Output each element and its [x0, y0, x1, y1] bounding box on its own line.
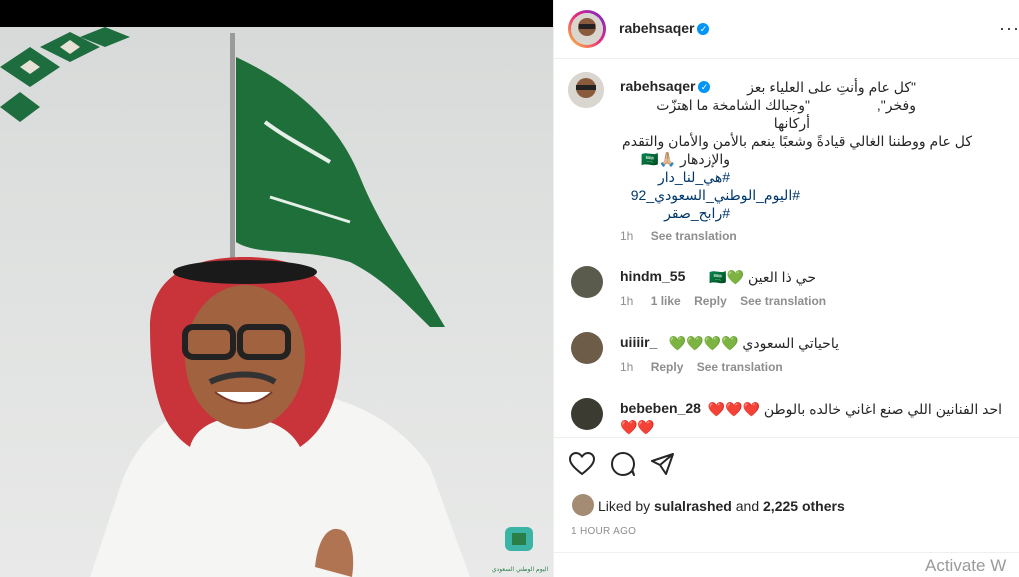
share-icon[interactable]: [651, 453, 675, 475]
comment-text: ياحياتي السعودي 💚💚💚💚: [668, 335, 839, 351]
verified-icon: ✓: [698, 81, 711, 94]
comment-time[interactable]: 1h: [620, 294, 633, 308]
activate-watermark: Activate W: [925, 556, 1007, 575]
hashtag-1[interactable]: #هي_لنا_دار: [620, 168, 730, 186]
header-username-text[interactable]: rabehsaqer: [619, 20, 694, 36]
likes-user[interactable]: sulalrashed: [654, 498, 732, 514]
more-icon[interactable]: ···: [999, 18, 1019, 39]
likes-avatar[interactable]: [572, 494, 594, 516]
caption-username-text[interactable]: rabehsaqer: [620, 78, 695, 94]
caption-time[interactable]: 1h: [620, 229, 633, 243]
avatar[interactable]: [571, 13, 603, 45]
comment-text: احد الفنانين اللي صنع اغاني خالده بالوطن…: [707, 401, 1002, 417]
caption-avatar[interactable]: [568, 72, 604, 108]
caption-line2: "وجبالك الشامخة ما اهتزّت أركانها: [656, 97, 810, 131]
comment-translation-link[interactable]: See translation: [697, 360, 783, 374]
comment-avatar[interactable]: [571, 266, 603, 298]
agal: [173, 260, 317, 284]
sadu-pattern: [0, 27, 130, 122]
caption-username[interactable]: rabehsaqer ✓: [620, 78, 711, 94]
comment-username[interactable]: hindm_55: [620, 268, 685, 284]
comment-username[interactable]: uiiiir_: [620, 334, 657, 350]
comment-meta: 1h 1 like Reply See translation: [620, 294, 826, 308]
comment-reply-button[interactable]: Reply: [651, 360, 684, 374]
post-timestamp[interactable]: 1 HOUR AGO: [571, 526, 636, 537]
svg-text:اليوم الوطني السعودي: اليوم الوطني السعودي: [492, 566, 549, 573]
post-media[interactable]: اليوم الوطني السعودي: [0, 0, 553, 577]
comment-username[interactable]: bebeben_28: [620, 400, 701, 416]
verified-icon: ✓: [697, 23, 710, 36]
photo-illustration: اليوم الوطني السعودي: [0, 27, 549, 577]
caption-translation-link[interactable]: See translation: [651, 229, 737, 243]
post-photo: اليوم الوطني السعودي: [0, 27, 553, 577]
comment-reply-button[interactable]: Reply: [694, 294, 727, 308]
post-panel: rabehsaqer ✓ ··· rabehsaqer ✓ "كل عام وأنت…: [553, 0, 1019, 577]
comment-avatar[interactable]: [571, 398, 603, 430]
comment-text: حي ذا العين 💚🇸🇦: [709, 269, 816, 285]
likes-summary: Liked by sulalrashed and 2,225 others: [598, 498, 845, 514]
post-header: rabehsaqer ✓ ···: [554, 0, 1019, 59]
likes-and: and: [735, 498, 760, 514]
likes-prefix: Liked by: [598, 498, 651, 514]
comment-likes[interactable]: 1 like: [651, 294, 681, 308]
comment-icon[interactable]: [610, 452, 636, 476]
caption-line3: كل عام ووطننا الغالي قيادةً وشعبًا ينعم …: [622, 133, 972, 149]
caption-meta: 1h See translation: [620, 229, 737, 243]
comment-translation-link[interactable]: See translation: [740, 294, 826, 308]
divider: [554, 552, 1019, 553]
comment-avatar[interactable]: [571, 332, 603, 364]
heart-icon[interactable]: [569, 452, 595, 476]
comment-meta: 1h Reply See translation: [620, 360, 783, 374]
divider: [554, 437, 1019, 438]
comment-text-cont: ❤️❤️: [620, 419, 655, 435]
hashtag-3[interactable]: #رابح_صقر: [620, 204, 730, 222]
header-username[interactable]: rabehsaqer ✓: [619, 20, 710, 36]
comment-time[interactable]: 1h: [620, 360, 633, 374]
national-day-logo: [505, 527, 533, 551]
caption-line4: والإزدهار 🙏🏼🇸🇦: [641, 151, 730, 167]
flag-pole: [230, 33, 235, 263]
hashtag-2[interactable]: #اليوم_الوطني_السعودي_92: [620, 186, 800, 204]
likes-others[interactable]: 2,225 others: [763, 498, 845, 514]
